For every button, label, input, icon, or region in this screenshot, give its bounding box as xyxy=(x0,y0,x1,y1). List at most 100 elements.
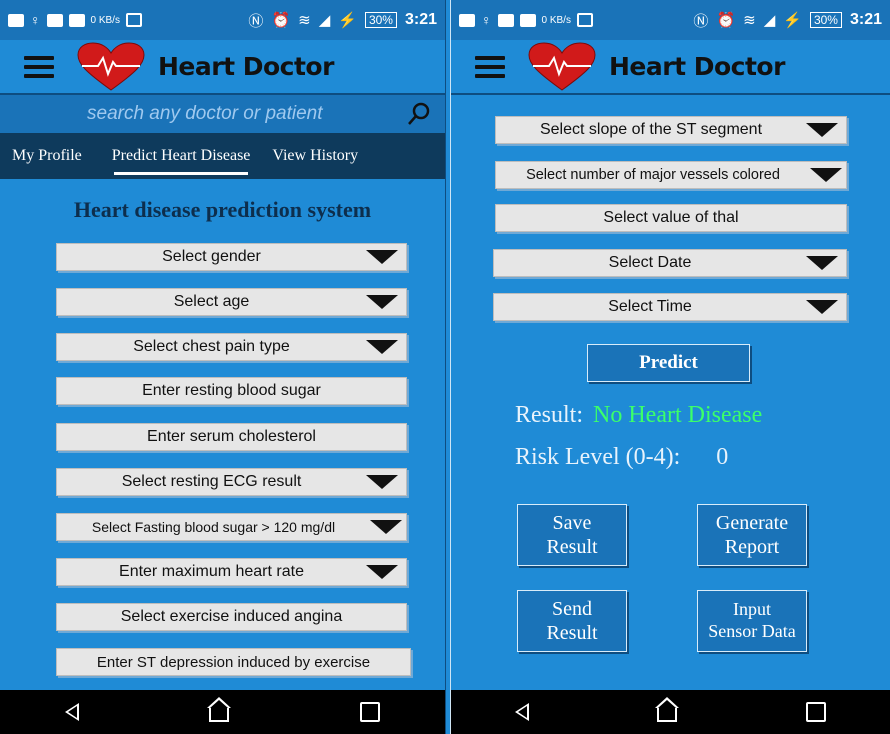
keyboard-icon xyxy=(459,13,475,27)
battery-indicator: 30% xyxy=(809,12,842,28)
dropdown-arrow-icon xyxy=(806,256,838,270)
square-notification-icon xyxy=(68,13,85,27)
field-label: Enter resting blood sugar xyxy=(142,382,321,399)
right-screen: ♀ 0 KB/s Ⓝ ⏰ ≋ ◢ ⚡ 30% 3:21 Heart Doctor… xyxy=(451,0,890,734)
dropdown-arrow-icon xyxy=(810,168,842,182)
tab-view-history[interactable]: View History xyxy=(264,133,366,179)
kb-speed-label: 0 KB/s xyxy=(90,14,120,26)
signal-icon: ◢ xyxy=(318,12,331,29)
field-label: Select age xyxy=(173,293,250,310)
app-bar: Heart Doctor xyxy=(0,40,445,95)
field-label: Select value of thal xyxy=(603,209,739,226)
heart-logo-icon xyxy=(528,41,596,91)
field-label: Select Fasting blood sugar > 120 mg/dl xyxy=(91,519,336,535)
dropdown-arrow-icon xyxy=(366,565,398,579)
dropdown-arrow-icon xyxy=(366,475,398,489)
status-bar: ♀ 0 KB/s Ⓝ ⏰ ≋ ◢ ⚡ 30% 3:21 xyxy=(451,0,890,40)
exercise-angina-input[interactable]: Select exercise induced angina xyxy=(56,603,407,631)
home-icon[interactable] xyxy=(207,697,232,722)
field-label: Enter ST depression induced by exercise xyxy=(96,653,371,671)
result-line: Result: No Heart Disease xyxy=(515,402,762,429)
result-value: No Heart Disease xyxy=(593,402,763,428)
recent-apps-icon[interactable] xyxy=(805,702,826,722)
image-icon xyxy=(576,13,593,27)
risk-label: Risk Level (0-4): xyxy=(515,444,681,470)
serum-cholesterol-input[interactable]: Enter serum cholesterol xyxy=(56,423,407,451)
predict-button[interactable]: Predict xyxy=(587,344,750,382)
field-label: Select exercise induced angina xyxy=(120,608,343,625)
age-dropdown[interactable]: Select age xyxy=(56,288,407,316)
status-time: 3:21 xyxy=(849,11,882,28)
chest-pain-dropdown[interactable]: Select chest pain type xyxy=(56,333,407,361)
field-label: Select number of major vessels colored xyxy=(526,167,780,183)
field-label: Select Date xyxy=(608,254,692,271)
input-sensor-data-button[interactable]: Input Sensor Data xyxy=(697,590,807,652)
tab-bar: My Profile Predict Heart Disease View Hi… xyxy=(0,133,445,179)
app-notification-icon xyxy=(497,13,514,27)
wifi-icon: ≋ xyxy=(743,12,756,29)
heart-logo-icon xyxy=(77,41,145,91)
risk-value: 0 xyxy=(716,444,729,470)
gender-dropdown[interactable]: Select gender xyxy=(56,243,407,271)
fasting-blood-sugar-dropdown[interactable]: Select Fasting blood sugar > 120 mg/dl xyxy=(56,513,407,541)
recent-apps-icon[interactable] xyxy=(359,702,380,722)
search-bar xyxy=(0,95,445,133)
nfc-icon: Ⓝ xyxy=(248,12,264,30)
resting-blood-sugar-input[interactable]: Enter resting blood sugar xyxy=(56,377,407,405)
notification-icon: ♀ xyxy=(481,12,492,28)
risk-line: Risk Level (0-4): 0 xyxy=(515,444,728,471)
thal-value-input[interactable]: Select value of thal xyxy=(495,204,847,232)
form-heading: Heart disease prediction system xyxy=(73,197,372,222)
dropdown-arrow-icon xyxy=(806,300,838,314)
tab-my-profile[interactable]: My Profile xyxy=(0,133,90,179)
generate-report-button[interactable]: Generate Report xyxy=(697,504,807,566)
search-icon[interactable] xyxy=(407,102,431,126)
back-icon[interactable] xyxy=(65,703,80,721)
date-dropdown[interactable]: Select Date xyxy=(493,249,847,277)
app-notification-icon xyxy=(46,13,63,27)
status-bar: ♀ 0 KB/s Ⓝ ⏰ ≋ ◢ ⚡ 30% 3:21 xyxy=(0,0,445,40)
dropdown-arrow-icon xyxy=(366,295,398,309)
menu-icon[interactable] xyxy=(475,55,505,78)
image-icon xyxy=(125,13,142,27)
back-icon[interactable] xyxy=(515,703,530,721)
field-label: Enter serum cholesterol xyxy=(147,428,316,445)
app-title: Heart Doctor xyxy=(609,52,785,81)
dropdown-arrow-icon xyxy=(366,250,398,264)
field-label: Select gender xyxy=(162,248,261,265)
field-label: Select resting ECG result xyxy=(121,473,302,490)
square-notification-icon xyxy=(519,13,536,27)
save-result-button[interactable]: Save Result xyxy=(517,504,627,566)
home-icon[interactable] xyxy=(655,697,680,722)
kb-speed-label: 0 KB/s xyxy=(541,14,571,26)
alarm-icon: ⏰ xyxy=(271,12,291,29)
result-label: Result: xyxy=(515,402,584,428)
notification-icon: ♀ xyxy=(30,12,41,28)
app-bar: Heart Doctor xyxy=(451,40,890,95)
st-depression-input[interactable]: Enter ST depression induced by exercise xyxy=(56,648,411,676)
max-heart-rate-dropdown[interactable]: Enter maximum heart rate xyxy=(56,558,407,586)
status-time: 3:21 xyxy=(404,11,437,28)
charging-icon: ⚡ xyxy=(338,12,357,29)
app-title: Heart Doctor xyxy=(158,52,334,81)
field-label: Enter maximum heart rate xyxy=(119,563,304,580)
tab-label: My Profile xyxy=(12,147,82,164)
field-label: Select Time xyxy=(608,298,692,315)
dropdown-arrow-icon xyxy=(806,123,838,137)
tab-label: Predict Heart Disease xyxy=(111,147,251,164)
dropdown-arrow-icon xyxy=(366,340,398,354)
search-input[interactable] xyxy=(85,99,389,129)
charging-icon: ⚡ xyxy=(783,12,802,29)
left-screen: ♀ 0 KB/s Ⓝ ⏰ ≋ ◢ ⚡ 30% 3:21 Heart Doctor xyxy=(0,0,445,734)
send-result-button[interactable]: Send Result xyxy=(517,590,627,652)
major-vessels-dropdown[interactable]: Select number of major vessels colored xyxy=(495,161,847,189)
alarm-icon: ⏰ xyxy=(716,12,736,29)
tab-predict-heart-disease[interactable]: Predict Heart Disease xyxy=(104,133,259,179)
field-label: Select slope of the ST segment xyxy=(539,121,763,138)
resting-ecg-dropdown[interactable]: Select resting ECG result xyxy=(56,468,407,496)
st-slope-dropdown[interactable]: Select slope of the ST segment xyxy=(495,116,847,144)
menu-icon[interactable] xyxy=(24,55,54,78)
system-nav-bar xyxy=(0,690,445,734)
time-dropdown[interactable]: Select Time xyxy=(493,293,847,321)
keyboard-icon xyxy=(8,13,24,27)
